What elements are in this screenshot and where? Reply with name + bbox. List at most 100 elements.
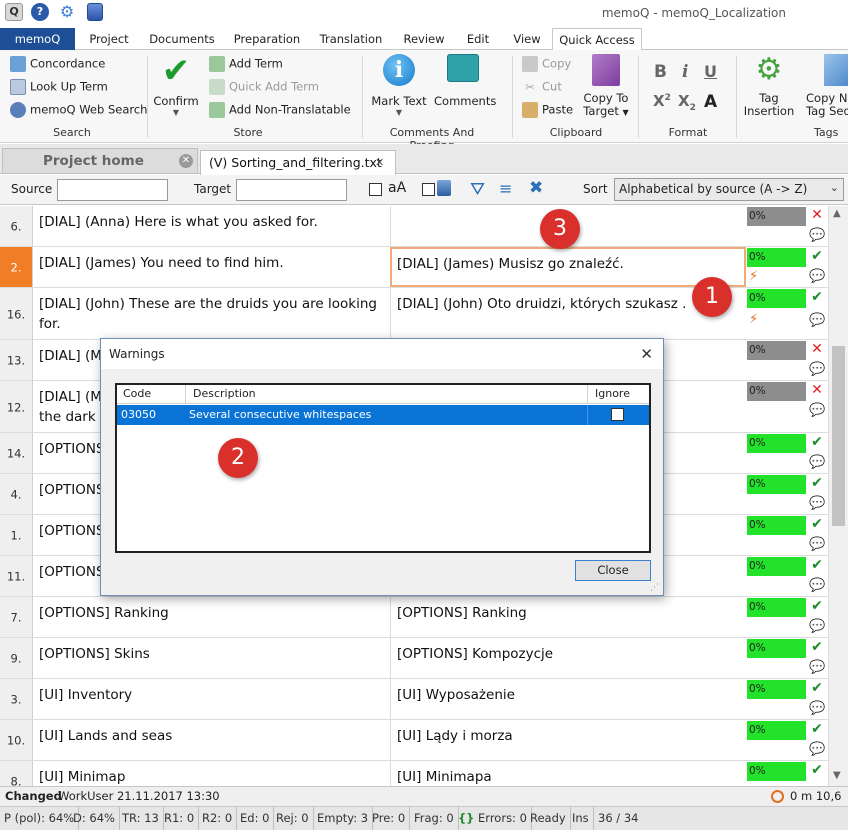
tab-review[interactable]: Review [396,28,452,50]
advanced-filter-icon[interactable]: ≡ [499,179,512,198]
comment-icon[interactable]: 💬 [809,538,825,552]
search-group-label: Search [53,126,91,139]
comment-icon[interactable]: 💬 [809,743,825,757]
target-cell[interactable]: [UI] Wyposażenie [390,679,746,719]
font-format-icon[interactable]: A [704,92,717,112]
source-cell[interactable]: [UI] Minimap [39,767,384,786]
table-row[interactable]: 7. [OPTIONS] Ranking [OPTIONS] Ranking 0… [0,597,828,638]
target-cell[interactable]: [OPTIONS] Kompozycje [390,638,746,678]
tab-preparation[interactable]: Preparation [226,28,308,50]
comment-icon[interactable]: 💬 [809,363,825,377]
confirmed-icon: ✔ [811,516,823,532]
table-row[interactable]: 10. [UI] Lands and seas [UI] Lądy i morz… [0,720,828,761]
look-up-term-button[interactable]: Look Up Term [10,79,108,95]
tab-document[interactable]: (V) Sorting_and_filtering.txt ✕ [200,150,396,175]
source-cell[interactable]: [UI] Inventory [39,685,384,705]
comment-icon[interactable]: 💬 [809,702,825,716]
row-number-text: 3. [10,692,22,707]
table-row[interactable]: 8. [UI] Minimap [UI] Minimapa 0% ✔ [0,761,828,786]
mark-text-button[interactable]: i Mark Text ▼ [370,54,428,120]
target-cell[interactable]: [DIAL] (James) Musisz go znaleźć. [390,247,746,287]
source-cell[interactable]: [DIAL] (James) You need to find him. [39,253,384,273]
comment-icon[interactable]: 💬 [809,456,825,470]
comment-icon[interactable]: 💬 [809,314,825,328]
scroll-up-icon[interactable]: ▲ [833,208,841,219]
close-button[interactable]: Close [575,560,651,581]
source-cell[interactable]: [DIAL] (Anna) Here is what you asked for… [39,212,384,232]
clear-filter-icon[interactable]: ✖ [529,178,543,198]
add-term-button[interactable]: Add Term [209,56,283,72]
copy-button[interactable]: Copy [522,56,571,72]
tab-view[interactable]: View [506,28,548,50]
concordance-button[interactable]: Concordance [10,56,105,72]
table-row[interactable]: 6. [DIAL] (Anna) Here is what you asked … [0,206,828,247]
copy-to-target-button[interactable]: Copy To Target ▼ [580,54,632,124]
tags-filter-checkbox[interactable] [422,183,435,196]
scroll-down-icon[interactable]: ▼ [833,770,841,781]
close-icon[interactable]: ✕ [640,339,653,369]
grid-scrollbar[interactable]: ▲ ▼ [828,206,848,786]
row-number: 12. [0,381,33,432]
description-column-header[interactable]: Description [193,385,256,403]
cut-button[interactable]: ✂ Cut [522,79,562,95]
subscript-button[interactable]: X2 [678,92,696,113]
comment-icon[interactable]: 💬 [809,579,825,593]
tab-project-home[interactable]: Project home ✕ [2,148,198,174]
source-cell[interactable]: [OPTIONS] Ranking [39,603,384,623]
tab-memoq[interactable]: memoQ [0,28,75,50]
target-cell[interactable]: [OPTIONS] Ranking [390,597,746,637]
row-number-text: 11. [6,569,26,584]
match-case-checkbox[interactable] [369,183,382,196]
copy-tag-sequence-button[interactable]: Copy N Tag Sequ [806,54,848,124]
bold-button[interactable]: B [654,62,672,82]
source-filter-input[interactable] [57,179,168,201]
table-row[interactable]: 3. [UI] Inventory [UI] Wyposażenie 0% ✔ … [0,679,828,720]
paste-button[interactable]: Paste [522,102,573,118]
tab-documents[interactable]: Documents [143,28,221,50]
warning-icon[interactable]: ⚡ [749,312,763,328]
quick-add-term-button[interactable]: Quick Add Term [209,79,319,95]
tag-insertion-button[interactable]: ⚙ Tag Insertion [742,54,796,124]
filter-icon[interactable]: ⛛ [470,179,485,200]
comment-icon[interactable]: 💬 [809,404,825,418]
help-icon[interactable]: ? [31,3,49,21]
target-cell[interactable]: [UI] Minimapa [390,761,746,786]
comments-button[interactable]: Comments [434,54,496,120]
resize-grip-icon[interactable]: ⋰ [650,583,659,593]
confirmed-icon: ✔ [811,557,823,573]
tab-translation[interactable]: Translation [313,28,389,50]
source-cell[interactable]: [UI] Lands and seas [39,726,384,746]
close-tab-icon[interactable]: ✕ [179,154,193,168]
target-cell[interactable]: [UI] Lądy i morza [390,720,746,760]
memoq-app-icon[interactable]: Q [5,3,23,21]
list-item[interactable]: 03050 Several consecutive whitespaces [117,405,649,425]
settings-icon[interactable]: ⚙ [58,3,76,21]
comment-icon[interactable]: 💬 [809,661,825,675]
resources-icon[interactable] [87,3,103,21]
scrollbar-thumb[interactable] [832,346,845,526]
comment-icon[interactable]: 💬 [809,229,825,243]
ignore-checkbox[interactable] [611,408,624,421]
warning-icon[interactable]: ⚡ [749,269,763,285]
tab-edit[interactable]: Edit [458,28,498,50]
sort-select[interactable]: Alphabetical by source (A -> Z) ⌄ [614,178,844,201]
code-column-header[interactable]: Code [123,385,151,403]
source-cell[interactable]: [OPTIONS] Skins [39,644,384,664]
tab-project[interactable]: Project [80,28,138,50]
comment-icon[interactable]: 💬 [809,497,825,511]
comment-icon[interactable]: 💬 [809,620,825,634]
underline-button[interactable]: U [704,62,722,81]
confirm-button[interactable]: ✔ Confirm ▼ [152,54,200,120]
tab-quick-access[interactable]: Quick Access [552,28,642,51]
status-errors: {} Errors: 0 [454,807,532,830]
source-cell[interactable]: [DIAL] (John) These are the druids you a… [39,294,384,334]
table-row[interactable]: 9. [OPTIONS] Skins [OPTIONS] Kompozycje … [0,638,828,679]
add-non-translatable-button[interactable]: Add Non-Translatable [209,102,351,118]
superscript-button[interactable]: X2 [653,92,671,110]
close-document-icon[interactable]: ✕ [375,156,384,169]
web-search-button[interactable]: memoQ Web Search [10,102,147,118]
target-filter-input[interactable] [236,179,347,201]
italic-button[interactable]: i [682,62,696,82]
ignore-column-header[interactable]: Ignore [595,385,630,403]
comment-icon[interactable]: 💬 [809,270,825,284]
